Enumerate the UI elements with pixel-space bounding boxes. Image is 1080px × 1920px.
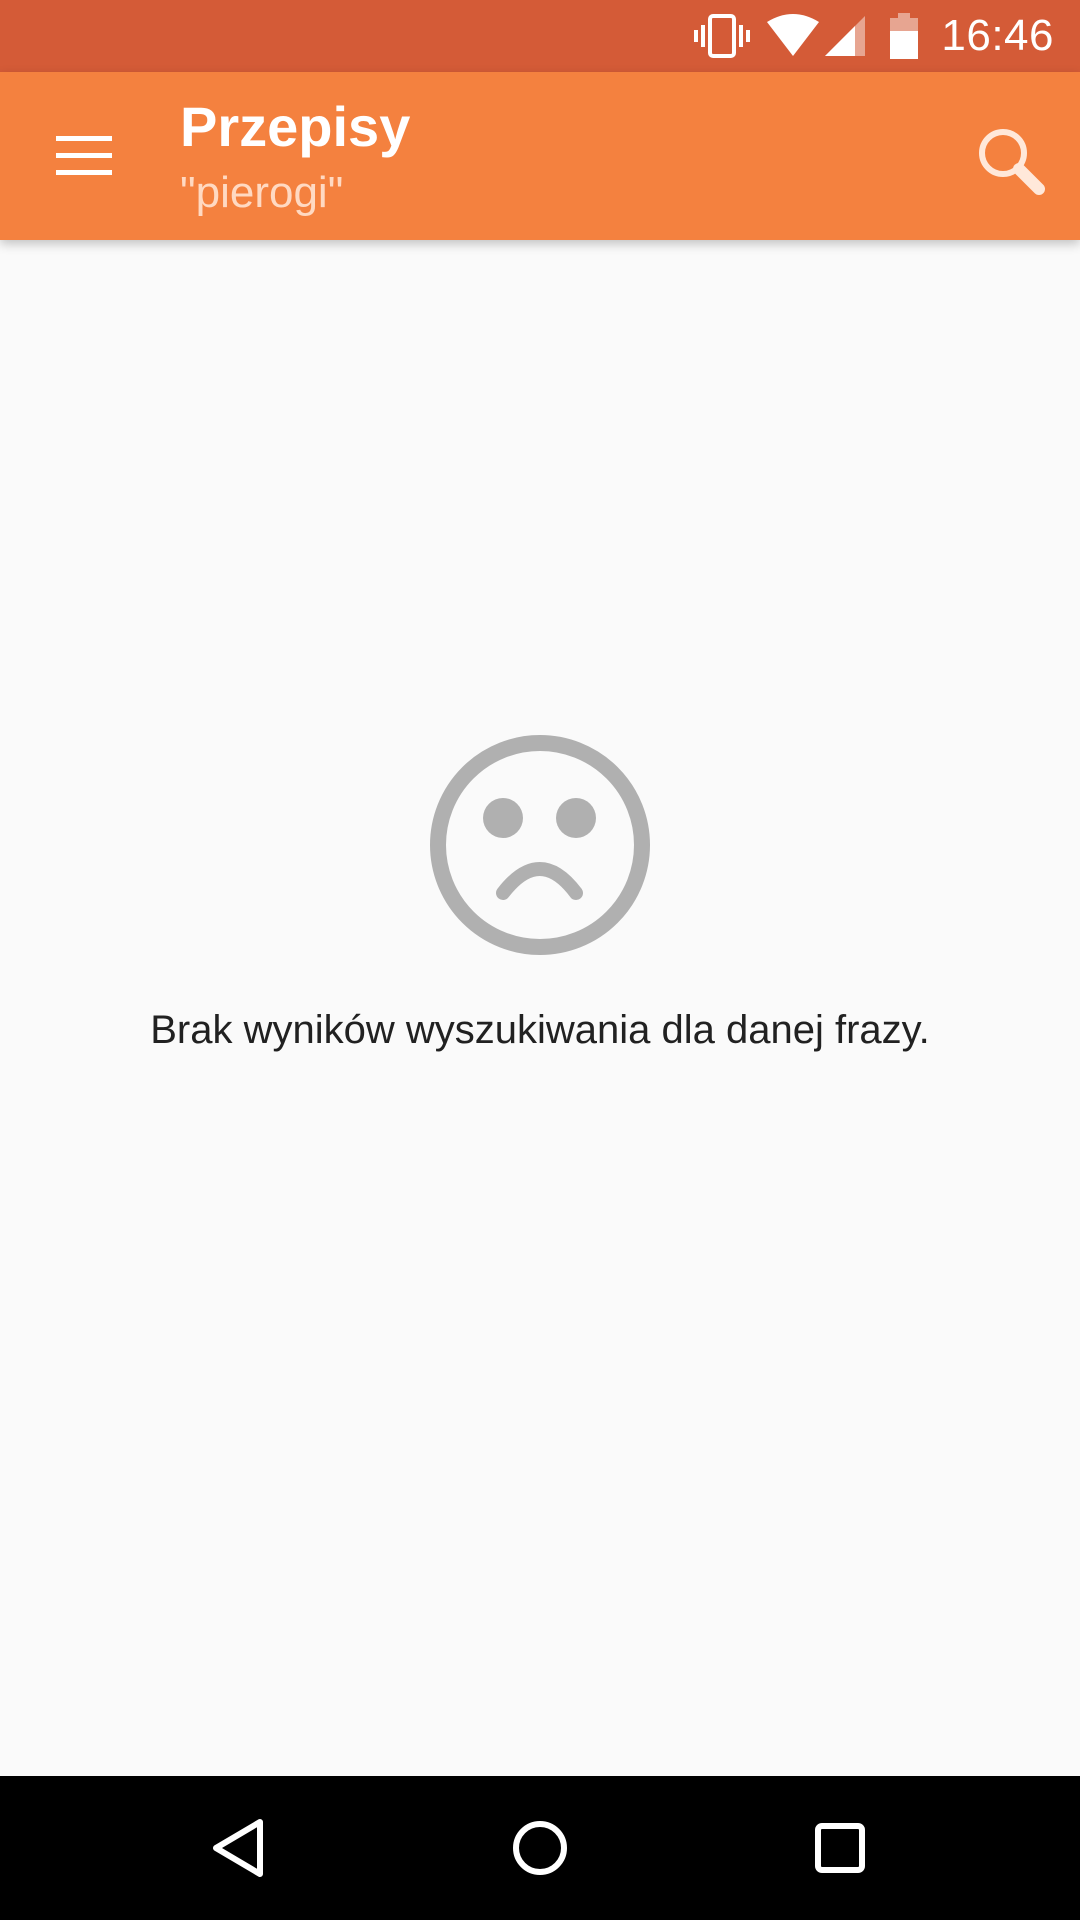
status-bar: 16:46 bbox=[0, 0, 1080, 72]
status-icons: 16:46 bbox=[693, 0, 1054, 72]
page-title: Przepisy bbox=[180, 95, 411, 158]
search-button[interactable] bbox=[966, 116, 1056, 206]
empty-state: Brak wyników wyszukiwania dla danej fraz… bbox=[0, 240, 1080, 1776]
screen: 16:46 Przepisy "pierogi" Brak wyników wy… bbox=[0, 0, 1080, 1920]
home-button[interactable] bbox=[490, 1798, 590, 1898]
navigation-bar bbox=[0, 1776, 1080, 1920]
home-icon bbox=[513, 1821, 567, 1875]
vibrate-icon bbox=[694, 14, 751, 58]
status-clock: 16:46 bbox=[941, 11, 1054, 60]
hamburger-menu-icon bbox=[56, 136, 112, 175]
wifi-icon bbox=[767, 14, 820, 56]
back-button[interactable] bbox=[190, 1798, 290, 1898]
battery-icon bbox=[890, 13, 919, 59]
sad-face-icon bbox=[430, 735, 650, 955]
search-query-subtitle: "pierogi" bbox=[180, 168, 344, 217]
search-icon bbox=[979, 129, 1045, 195]
cell-signal-icon bbox=[825, 16, 866, 56]
recents-icon bbox=[815, 1823, 865, 1873]
app-bar: Przepisy "pierogi" bbox=[0, 72, 1080, 240]
back-icon bbox=[213, 1819, 263, 1877]
empty-state-message: Brak wyników wyszukiwania dla danej fraz… bbox=[150, 1008, 930, 1052]
menu-button[interactable] bbox=[30, 114, 138, 198]
app-bar-titles: Przepisy "pierogi" bbox=[180, 92, 410, 222]
recents-button[interactable] bbox=[790, 1798, 890, 1898]
